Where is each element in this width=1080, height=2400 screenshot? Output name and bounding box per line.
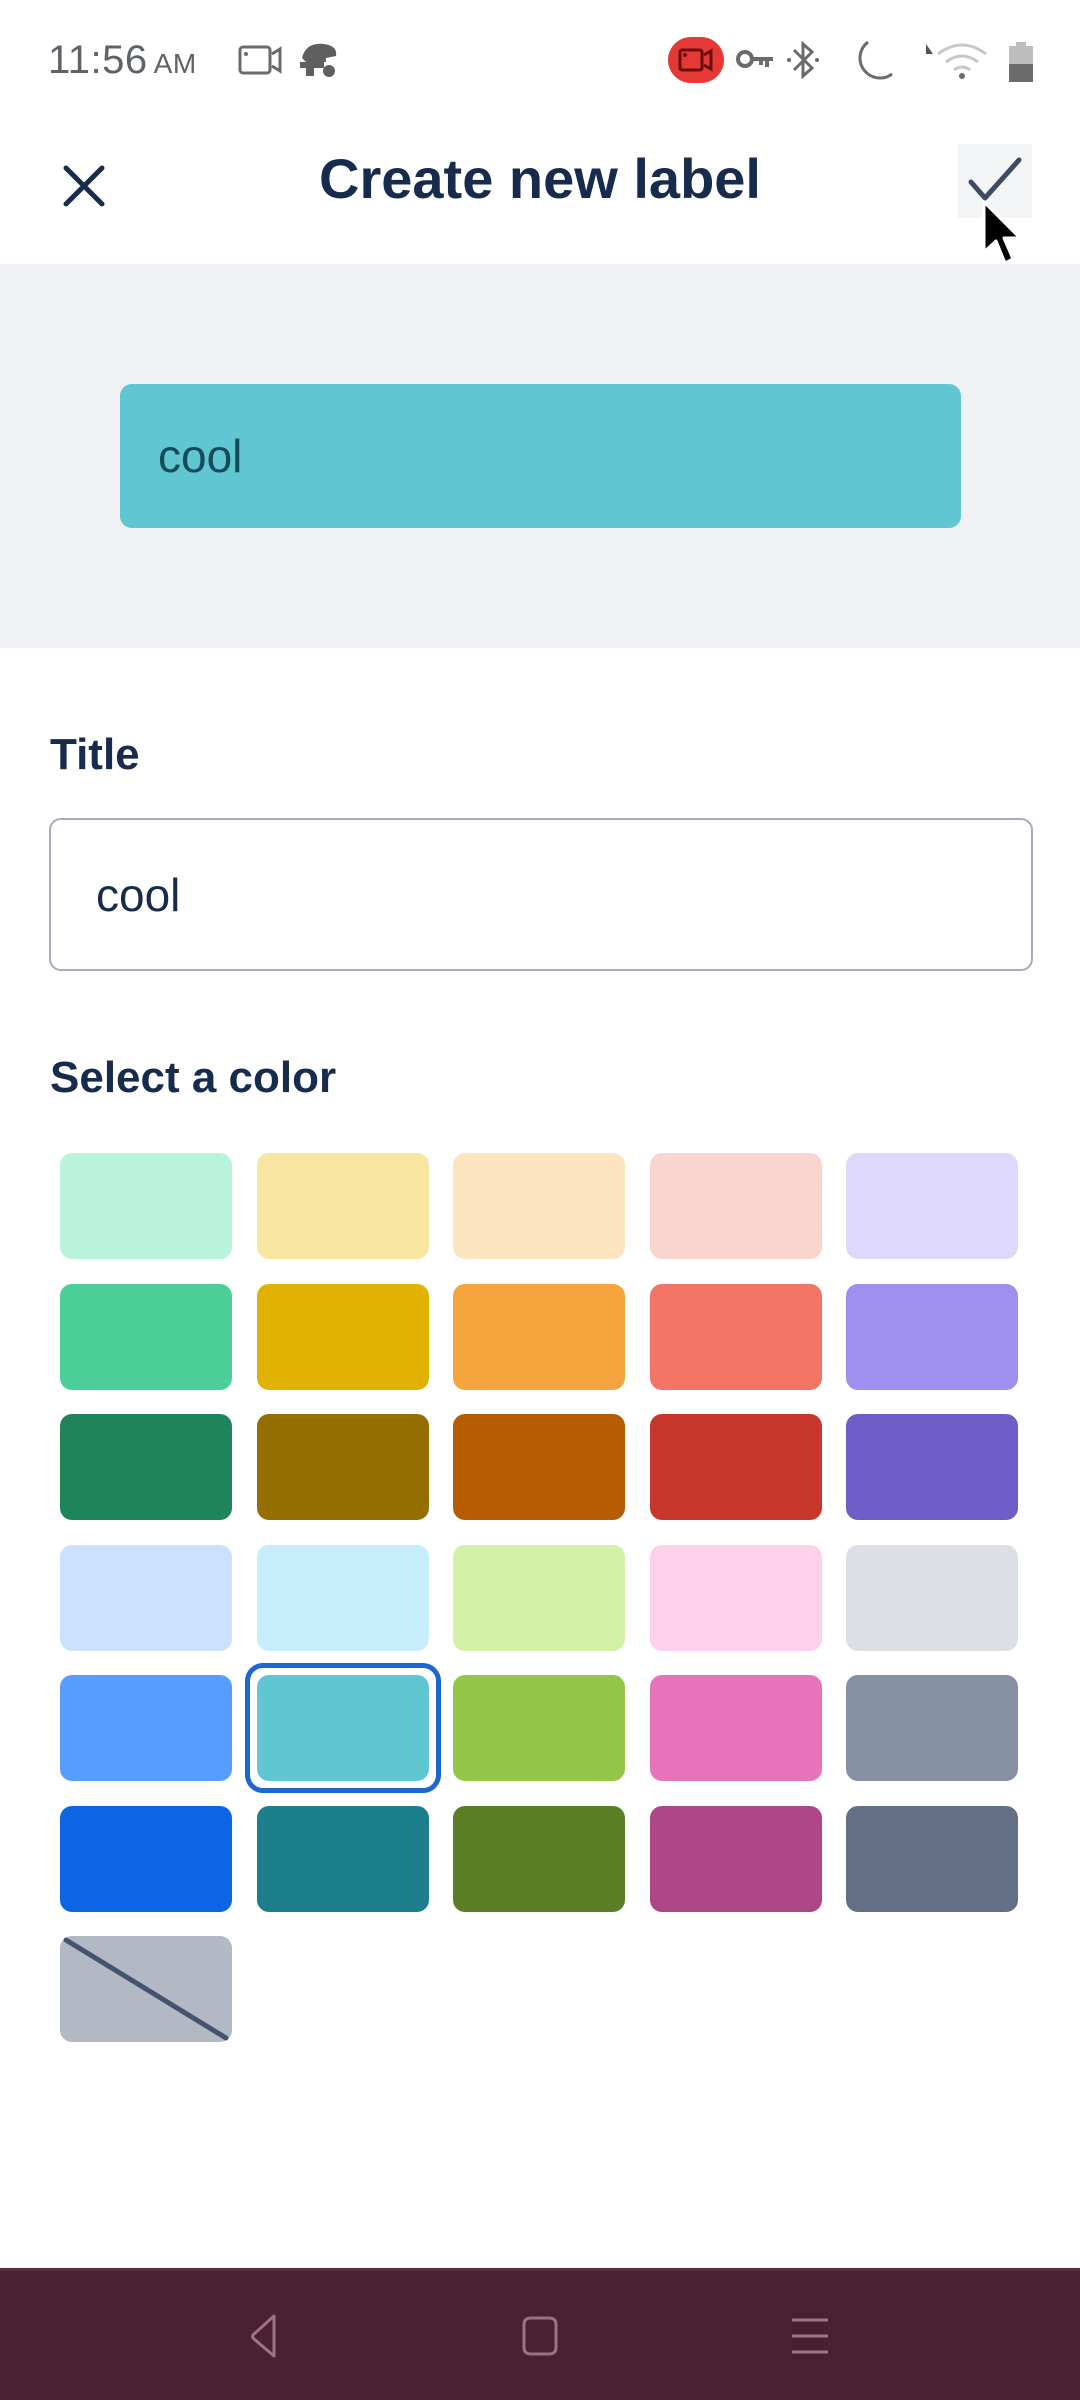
title-field-label: Title (50, 730, 140, 779)
color-swatch-yellow[interactable] (256, 1283, 429, 1390)
color-section-label: Select a color (50, 1053, 337, 1102)
battery-icon (1008, 42, 1034, 87)
wifi-icon (924, 40, 990, 87)
checkmark-icon (968, 157, 1022, 201)
color-swatch-purple[interactable] (846, 1283, 1018, 1390)
title-input[interactable] (49, 818, 1033, 971)
recording-indicator (668, 37, 724, 83)
color-swatch-black-subtle[interactable] (846, 1544, 1018, 1651)
color-swatch-pink[interactable] (649, 1675, 822, 1781)
bluetooth-icon (786, 38, 820, 87)
color-swatch-red-bold[interactable] (649, 1414, 822, 1520)
color-swatch-sky[interactable] (244, 1663, 441, 1793)
status-time: 11:56 AM (48, 38, 197, 83)
nav-home-button[interactable] (500, 2301, 580, 2371)
color-swatch-purple-subtle[interactable] (846, 1153, 1018, 1259)
screen-record-icon (238, 44, 284, 81)
color-swatch-green-bold[interactable] (60, 1414, 232, 1520)
status-bar: 11:56 AM (0, 0, 1080, 120)
color-swatch-blue[interactable] (60, 1675, 232, 1781)
color-swatch-blue-subtle[interactable] (60, 1544, 232, 1651)
color-swatch-blue-bold[interactable] (60, 1805, 232, 1912)
color-swatch-orange[interactable] (453, 1283, 625, 1390)
nav-recents-button[interactable] (770, 2301, 850, 2371)
color-swatch-no-color[interactable] (60, 1936, 232, 2042)
color-swatch-red-subtle[interactable] (649, 1153, 822, 1259)
label-preview-area: cool (0, 264, 1080, 648)
label-preview: cool (120, 384, 961, 528)
color-swatch-yellow-subtle[interactable] (256, 1153, 429, 1259)
color-swatch-black[interactable] (846, 1675, 1018, 1781)
do-not-disturb-icon (850, 38, 896, 89)
color-swatch-lime-subtle[interactable] (453, 1544, 625, 1651)
color-swatch-red[interactable] (649, 1283, 822, 1390)
home-icon (522, 2316, 558, 2356)
clock-ampm: AM (153, 48, 197, 79)
nav-back-button[interactable] (228, 2301, 308, 2371)
color-swatch-pink-bold[interactable] (649, 1805, 822, 1912)
color-swatch-green-subtle[interactable] (60, 1153, 232, 1259)
color-swatch-lime[interactable] (453, 1675, 625, 1781)
app-header: Create new label (0, 120, 1080, 264)
color-swatch-lime-bold[interactable] (453, 1805, 625, 1912)
label-preview-text: cool (158, 430, 243, 482)
color-swatch-yellow-bold[interactable] (256, 1414, 429, 1520)
vpn-key-icon (736, 48, 776, 77)
color-swatch-orange-bold[interactable] (453, 1414, 625, 1520)
back-icon (251, 2314, 276, 2358)
bag-icon (296, 40, 342, 85)
color-swatch-green[interactable] (60, 1283, 232, 1390)
color-swatch-purple-bold[interactable] (846, 1414, 1018, 1520)
color-swatch-pink-subtle[interactable] (649, 1544, 822, 1651)
clock-time: 11:56 (48, 38, 148, 82)
color-swatch-sky-subtle[interactable] (256, 1544, 429, 1651)
recents-icon (792, 2318, 828, 2354)
system-nav-bar (0, 2268, 1080, 2400)
color-swatch-sky-bold[interactable] (256, 1805, 429, 1912)
recording-indicator-icon (678, 48, 713, 72)
page-title: Create new label (319, 147, 761, 210)
no-color-slash-icon (63, 1937, 229, 2041)
color-swatch-orange-subtle[interactable] (453, 1153, 625, 1259)
color-swatch-black-bold[interactable] (846, 1805, 1018, 1912)
